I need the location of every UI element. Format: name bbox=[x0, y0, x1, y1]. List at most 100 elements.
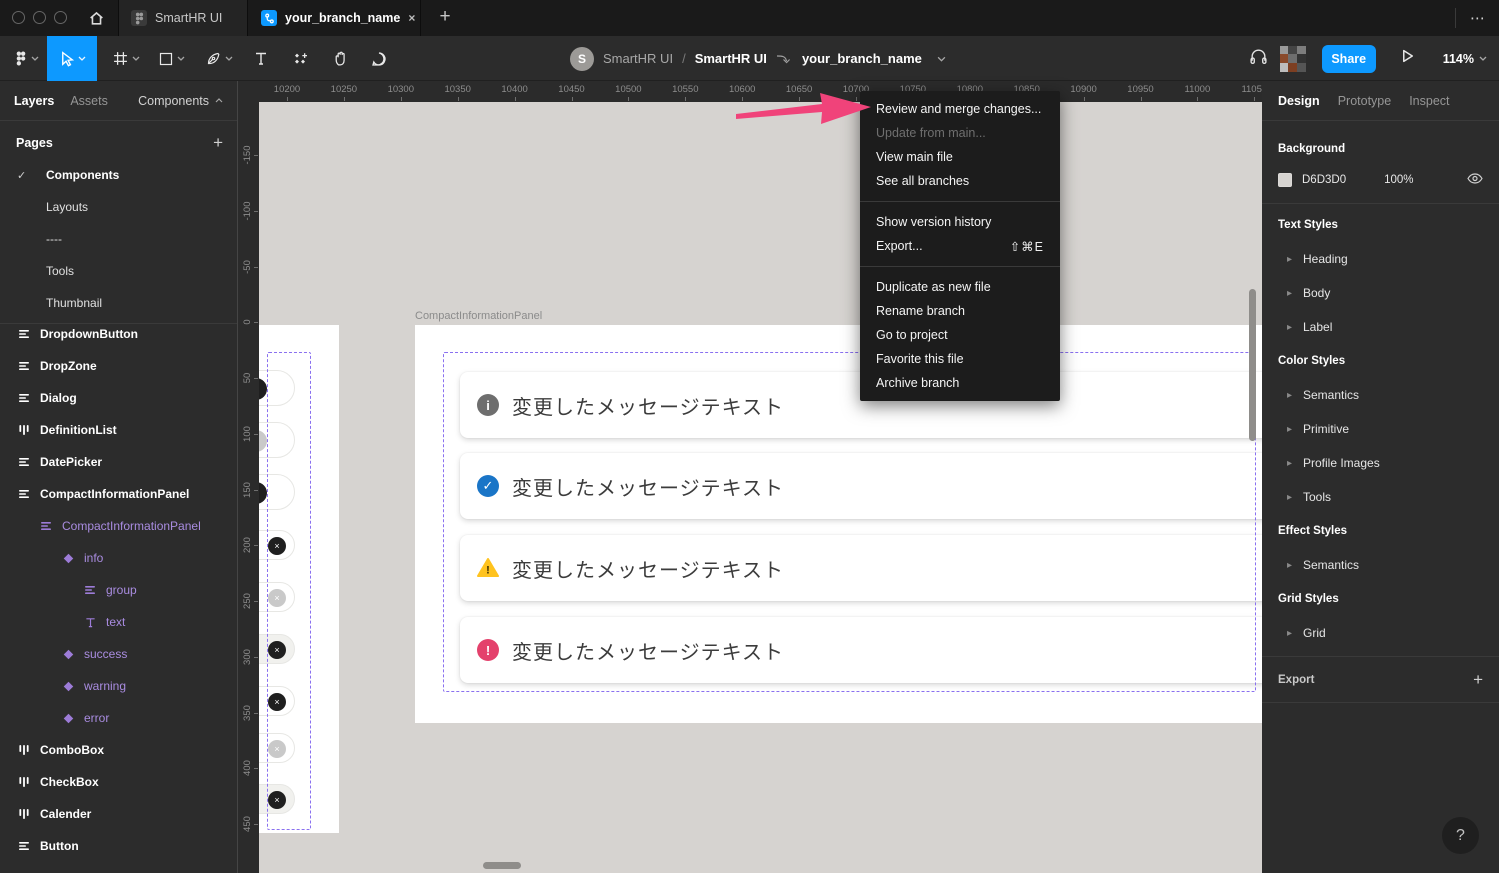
help-button[interactable]: ? bbox=[1442, 817, 1479, 854]
style-item-primitive[interactable]: ▸Primitive bbox=[1262, 412, 1499, 446]
add-page-button[interactable]: + bbox=[213, 133, 223, 153]
sidebar-page-item-components[interactable]: ✓Components bbox=[0, 159, 237, 191]
layer-row-checkbox[interactable]: CheckBox bbox=[0, 766, 237, 798]
sidebar-page-item-tools[interactable]: Tools bbox=[0, 255, 237, 287]
style-item-tools[interactable]: ▸Tools bbox=[1262, 480, 1499, 514]
style-item-grid[interactable]: ▸Grid bbox=[1262, 616, 1499, 650]
layer-row-calender[interactable]: Calender bbox=[0, 798, 237, 830]
menu-item-go-to-project[interactable]: Go to project bbox=[860, 323, 1060, 347]
chevron-down-icon[interactable] bbox=[937, 56, 946, 62]
ruler-label: 0 bbox=[242, 302, 254, 342]
tab-assets[interactable]: Assets bbox=[70, 94, 108, 108]
menu-item-duplicate-as-new-file[interactable]: Duplicate as new file bbox=[860, 275, 1060, 299]
style-item-semantics[interactable]: ▸Semantics bbox=[1262, 378, 1499, 412]
tab-your-branch-name[interactable]: your_branch_name × bbox=[249, 0, 421, 36]
ruler-label: -150 bbox=[242, 135, 254, 175]
tab-prototype[interactable]: Prototype bbox=[1338, 94, 1392, 108]
layer-row-success[interactable]: success bbox=[0, 638, 237, 670]
section-header-label: Text Styles bbox=[1278, 219, 1338, 231]
frame-tool-button[interactable] bbox=[103, 36, 149, 81]
new-tab-button[interactable]: + bbox=[432, 4, 458, 30]
horizontal-ruler: 1020010250103001035010400104501050010550… bbox=[238, 81, 1262, 102]
user-avatar[interactable] bbox=[1280, 46, 1306, 72]
tab-design[interactable]: Design bbox=[1278, 94, 1320, 108]
sidebar-page-item-thumbnail[interactable]: Thumbnail bbox=[0, 287, 237, 319]
sidebar-page-item-layouts[interactable]: Layouts bbox=[0, 191, 237, 223]
layer-row-text[interactable]: text bbox=[0, 606, 237, 638]
tab-smarthr-ui[interactable]: SmartHR UI bbox=[118, 0, 248, 36]
present-play-icon[interactable] bbox=[1400, 48, 1415, 69]
layer-row-info[interactable]: info bbox=[0, 542, 237, 574]
tab-label: your_branch_name bbox=[285, 11, 400, 25]
style-item-heading[interactable]: ▸Heading bbox=[1262, 242, 1499, 276]
audio-headphones-icon[interactable] bbox=[1249, 48, 1268, 70]
components-section-toggle[interactable]: Components bbox=[138, 94, 223, 108]
ruler-label: -50 bbox=[242, 247, 254, 287]
sidebar-page-item--[interactable]: ---- bbox=[0, 223, 237, 255]
zoom-level-control[interactable]: 114% bbox=[1443, 52, 1487, 66]
layer-row-compactinformationpanel[interactable]: CompactInformationPanel bbox=[0, 510, 237, 542]
home-icon[interactable] bbox=[84, 7, 108, 29]
layer-row-dialog[interactable]: Dialog bbox=[0, 382, 237, 414]
layer-row-compactinformationpanel[interactable]: CompactInformationPanel bbox=[0, 478, 237, 510]
ruler-label: 150 bbox=[242, 470, 254, 510]
maximize-window-icon[interactable] bbox=[54, 11, 67, 24]
style-item-label[interactable]: ▸Label bbox=[1262, 310, 1499, 344]
ruler-label: 10350 bbox=[428, 84, 488, 95]
move-cursor-icon bbox=[59, 51, 74, 67]
shape-tool-button[interactable] bbox=[150, 36, 194, 81]
style-item-profile-images[interactable]: ▸Profile Images bbox=[1262, 446, 1499, 480]
minimize-window-icon[interactable] bbox=[33, 11, 46, 24]
move-tool-button[interactable] bbox=[47, 36, 97, 81]
layer-row-combobox[interactable]: ComboBox bbox=[0, 734, 237, 766]
layer-row-error[interactable]: error bbox=[0, 702, 237, 734]
style-item-semantics[interactable]: ▸Semantics bbox=[1262, 548, 1499, 582]
layer-row-definitionlist[interactable]: DefinitionList bbox=[0, 414, 237, 446]
tab-inspect[interactable]: Inspect bbox=[1409, 94, 1449, 108]
layer-row-dropdownbutton[interactable]: DropdownButton bbox=[0, 318, 237, 350]
color-hex-value[interactable]: D6D3D0 bbox=[1302, 174, 1346, 186]
add-export-button[interactable]: + bbox=[1473, 670, 1483, 690]
component-set-icon bbox=[18, 744, 30, 756]
layer-label: Calender bbox=[40, 807, 91, 821]
layer-row-group[interactable]: group bbox=[0, 574, 237, 606]
window-more-button[interactable]: ⋯ bbox=[1464, 6, 1492, 30]
menu-item-shortcut: ⇧⌘E bbox=[1010, 239, 1044, 254]
color-swatch[interactable] bbox=[1278, 173, 1292, 187]
figma-menu-button[interactable] bbox=[8, 36, 46, 81]
menu-item-rename-branch[interactable]: Rename branch bbox=[860, 299, 1060, 323]
file-title-breadcrumb[interactable]: S SmartHR UI / SmartHR UI your_branch_na… bbox=[570, 36, 946, 81]
share-button[interactable]: Share bbox=[1322, 45, 1376, 73]
tab-layers[interactable]: Layers bbox=[14, 94, 54, 108]
menu-item-review-and-merge-changes[interactable]: Review and merge changes... bbox=[860, 97, 1060, 121]
breadcrumb-team[interactable]: SmartHR UI bbox=[603, 51, 673, 66]
layer-row-dropzone[interactable]: DropZone bbox=[0, 350, 237, 382]
frame-label[interactable]: CompactInformationPanel bbox=[415, 310, 542, 322]
background-color-row[interactable]: D6D3D0 100% bbox=[1278, 173, 1483, 187]
hand-tool-button[interactable] bbox=[324, 36, 358, 81]
close-tab-icon[interactable]: × bbox=[408, 11, 415, 25]
text-tool-button[interactable] bbox=[246, 36, 276, 81]
menu-item-view-main-file[interactable]: View main file bbox=[860, 145, 1060, 169]
menu-item-export[interactable]: Export...⇧⌘E bbox=[860, 234, 1060, 258]
vertical-scrollbar[interactable] bbox=[1249, 289, 1256, 441]
style-item-body[interactable]: ▸Body bbox=[1262, 276, 1499, 310]
layer-row-warning[interactable]: warning bbox=[0, 670, 237, 702]
canvas[interactable]: CompactInformationPanel i変更したメッセージテキスト✓変… bbox=[238, 81, 1262, 873]
menu-item-archive-branch[interactable]: Archive branch bbox=[860, 371, 1060, 395]
menu-item-show-version-history[interactable]: Show version history bbox=[860, 210, 1060, 234]
layer-row-datepicker[interactable]: DatePicker bbox=[0, 446, 237, 478]
pen-tool-button[interactable] bbox=[196, 36, 242, 81]
horizontal-scrollbar[interactable] bbox=[483, 862, 521, 869]
component-tool-button[interactable] bbox=[284, 36, 318, 81]
window-controls[interactable] bbox=[12, 11, 67, 24]
visibility-eye-icon[interactable] bbox=[1467, 173, 1483, 187]
opacity-value[interactable]: 100% bbox=[1384, 174, 1413, 186]
menu-item-see-all-branches[interactable]: See all branches bbox=[860, 169, 1060, 193]
layer-row-button[interactable]: Button bbox=[0, 830, 237, 862]
breadcrumb-branch[interactable]: your_branch_name bbox=[802, 51, 922, 66]
close-window-icon[interactable] bbox=[12, 11, 25, 24]
comment-tool-button[interactable] bbox=[362, 36, 396, 81]
breadcrumb-file[interactable]: SmartHR UI bbox=[695, 51, 767, 66]
menu-item-favorite-this-file[interactable]: Favorite this file bbox=[860, 347, 1060, 371]
